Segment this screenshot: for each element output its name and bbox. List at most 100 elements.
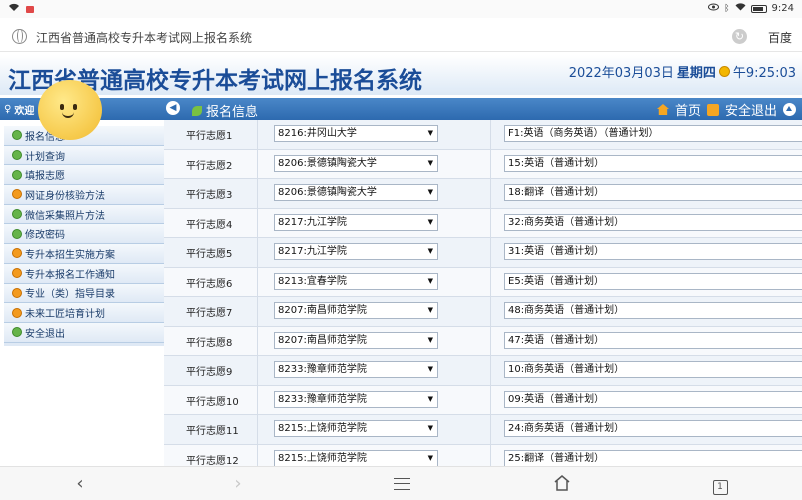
- major-select[interactable]: 24:商务英语（普通计划）: [504, 420, 802, 437]
- school-select[interactable]: 8217:九江学院 ▼: [274, 243, 438, 260]
- column-divider: [257, 120, 258, 149]
- major-select[interactable]: 15:英语（普通计划）: [504, 154, 802, 172]
- home-link[interactable]: 首页: [675, 100, 701, 119]
- home-icon[interactable]: [656, 104, 669, 115]
- sidebar-item[interactable]: 填报志愿: [4, 165, 164, 186]
- menu-icon[interactable]: [392, 474, 412, 494]
- major-select[interactable]: 25:翻译（普通计划）: [504, 449, 802, 467]
- school-select[interactable]: 8206:景德镇陶瓷大学 ▼: [274, 184, 438, 201]
- sidebar-item[interactable]: 修改密码: [4, 224, 164, 245]
- school-select-value: 8213:宜春学院: [278, 275, 347, 287]
- sidebar-item-label: 填报志愿: [25, 171, 65, 183]
- sticker-mouth: [62, 112, 74, 118]
- choice-row: 平行志愿10 8233:豫章师范学院 ▼ 09:英语（普通计划）: [164, 385, 802, 415]
- choice-label: 平行志愿2: [186, 160, 233, 172]
- column-divider: [257, 356, 258, 385]
- dropdown-arrow-icon: ▼: [427, 306, 433, 314]
- site-header: 江西省普通高校专升本考试网上报名系统 2022年03月03日 星期四 午9:25…: [0, 55, 802, 95]
- major-select-value: 48:商务英语（普通计划）: [508, 305, 625, 316]
- school-select[interactable]: 8213:宜春学院 ▼: [274, 272, 438, 290]
- major-select-value: 47:英语（普通计划）: [508, 334, 605, 346]
- choice-label: 平行志愿1: [186, 131, 233, 142]
- major-select[interactable]: 09:英语（普通计划）: [504, 390, 802, 408]
- dropdown-arrow-icon: ▼: [427, 424, 433, 432]
- url-text[interactable]: 江西省普通高校专升本考试网上报名系统: [36, 29, 252, 46]
- status-time: 9:24: [771, 3, 794, 14]
- collapse-sidebar-button[interactable]: ◀: [166, 101, 180, 115]
- school-select-value: 8233:豫章师范学院: [278, 393, 367, 405]
- scroll-up-icon[interactable]: [783, 103, 796, 116]
- column-divider: [257, 385, 258, 415]
- refresh-icon[interactable]: ↻: [732, 29, 747, 44]
- major-select-value: 09:英语（普通计划）: [508, 393, 605, 405]
- column-divider: [490, 356, 491, 385]
- major-select[interactable]: 32:商务英语（普通计划）: [504, 213, 802, 231]
- sidebar-item-label: 未来工匠培育计划: [25, 309, 105, 321]
- major-select[interactable]: 18:翻译（普通计划）: [504, 184, 802, 201]
- school-select[interactable]: 8216:井冈山大学 ▼: [274, 125, 438, 142]
- bullet-icon: [12, 150, 22, 161]
- sidebar-item[interactable]: 微信采集照片方法: [4, 204, 164, 225]
- major-select-value: 18:翻译（普通计划）: [508, 187, 605, 198]
- major-select[interactable]: 31:英语（普通计划）: [504, 243, 802, 260]
- sidebar-item[interactable]: 安全退出: [4, 322, 164, 343]
- logout-link[interactable]: 安全退出: [725, 100, 777, 119]
- major-select[interactable]: 47:英语（普通计划）: [504, 331, 802, 349]
- school-select-value: 8215:上饶师范学院: [278, 423, 367, 434]
- home-nav-icon[interactable]: [552, 474, 572, 494]
- column-divider: [490, 120, 491, 149]
- clock-icon: [718, 66, 730, 77]
- column-divider: [490, 208, 491, 238]
- school-select[interactable]: 8206:景德镇陶瓷大学 ▼: [274, 154, 438, 172]
- nav-bar: ♀ 欢迎 ◀ 报名信息 首页 安全退出: [0, 98, 802, 120]
- sidebar-blank: [4, 346, 164, 466]
- sidebar-item-label: 网证身份核验方法: [25, 190, 105, 202]
- major-select-value: 24:商务英语（普通计划）: [508, 423, 625, 434]
- major-select[interactable]: F1:英语（商务英语）（普通计划）: [504, 125, 802, 142]
- school-select-value: 8217:九江学院: [278, 216, 347, 228]
- school-select[interactable]: 8215:上饶师范学院 ▼: [274, 420, 438, 437]
- choice-label: 平行志愿9: [186, 367, 233, 378]
- school-select-value: 8217:九江学院: [278, 246, 347, 257]
- choice-row: 平行志愿3 8206:景德镇陶瓷大学 ▼ 18:翻译（普通计划）: [164, 179, 802, 209]
- dropdown-arrow-icon: ▼: [427, 365, 433, 373]
- sidebar-item[interactable]: 专升本报名工作通知: [4, 263, 164, 284]
- address-bar[interactable]: 江西省普通高校专升本考试网上报名系统 ↻ 百度: [0, 22, 802, 52]
- search-engine-label[interactable]: 百度: [768, 29, 792, 46]
- breadcrumb-label: 报名信息: [206, 105, 259, 120]
- school-select[interactable]: 8215:上饶师范学院 ▼: [274, 449, 438, 467]
- major-select[interactable]: 10:商务英语（普通计划）: [504, 361, 802, 378]
- sidebar-item[interactable]: 专业（类）指导目录: [4, 283, 164, 304]
- school-select[interactable]: 8207:南昌师范学院 ▼: [274, 331, 438, 349]
- forward-arrow-icon[interactable]: ›: [228, 474, 248, 494]
- school-select[interactable]: 8233:豫章师范学院 ▼: [274, 361, 438, 378]
- major-select-value: 31:英语（普通计划）: [508, 246, 605, 257]
- bluetooth-icon: ᛒ: [724, 3, 730, 14]
- battery-icon: [750, 4, 767, 13]
- tabs-button[interactable]: 1: [710, 474, 730, 495]
- choice-row: 平行志愿7 8207:南昌师范学院 ▼ 48:商务英语（普通计划）: [164, 297, 802, 327]
- school-select[interactable]: 8207:南昌师范学院 ▼: [274, 302, 438, 319]
- column-divider: [257, 267, 258, 297]
- dropdown-arrow-icon: ▼: [427, 129, 433, 137]
- major-select[interactable]: E5:英语（普通计划）: [504, 272, 802, 290]
- school-select[interactable]: 8233:豫章师范学院 ▼: [274, 390, 438, 408]
- notification-icon: [26, 5, 34, 13]
- logout-icon[interactable]: [706, 103, 719, 116]
- dropdown-arrow-icon: ▼: [427, 394, 433, 403]
- column-divider: [490, 326, 491, 356]
- sidebar-item[interactable]: 计划查询: [4, 145, 164, 166]
- choice-row: 平行志愿2 8206:景德镇陶瓷大学 ▼ 15:英语（普通计划）: [164, 149, 802, 179]
- sidebar-item[interactable]: 未来工匠培育计划: [4, 303, 164, 323]
- bullet-icon: [12, 189, 22, 200]
- major-select[interactable]: 48:商务英语（普通计划）: [504, 302, 802, 319]
- school-select[interactable]: 8217:九江学院 ▼: [274, 213, 438, 231]
- sidebar-item[interactable]: 专升本招生实施方案: [4, 244, 164, 264]
- sidebar-item[interactable]: 网证身份核验方法: [4, 185, 164, 205]
- dropdown-arrow-icon: ▼: [427, 217, 433, 226]
- choice-row: 平行志愿11 8215:上饶师范学院 ▼ 24:商务英语（普通计划）: [164, 415, 802, 445]
- status-bar: ᛒ 9:24: [0, 0, 802, 18]
- bullet-icon: [12, 248, 22, 259]
- back-arrow-icon[interactable]: ‹: [70, 474, 90, 494]
- major-select-value: 25:翻译（普通计划）: [508, 452, 605, 464]
